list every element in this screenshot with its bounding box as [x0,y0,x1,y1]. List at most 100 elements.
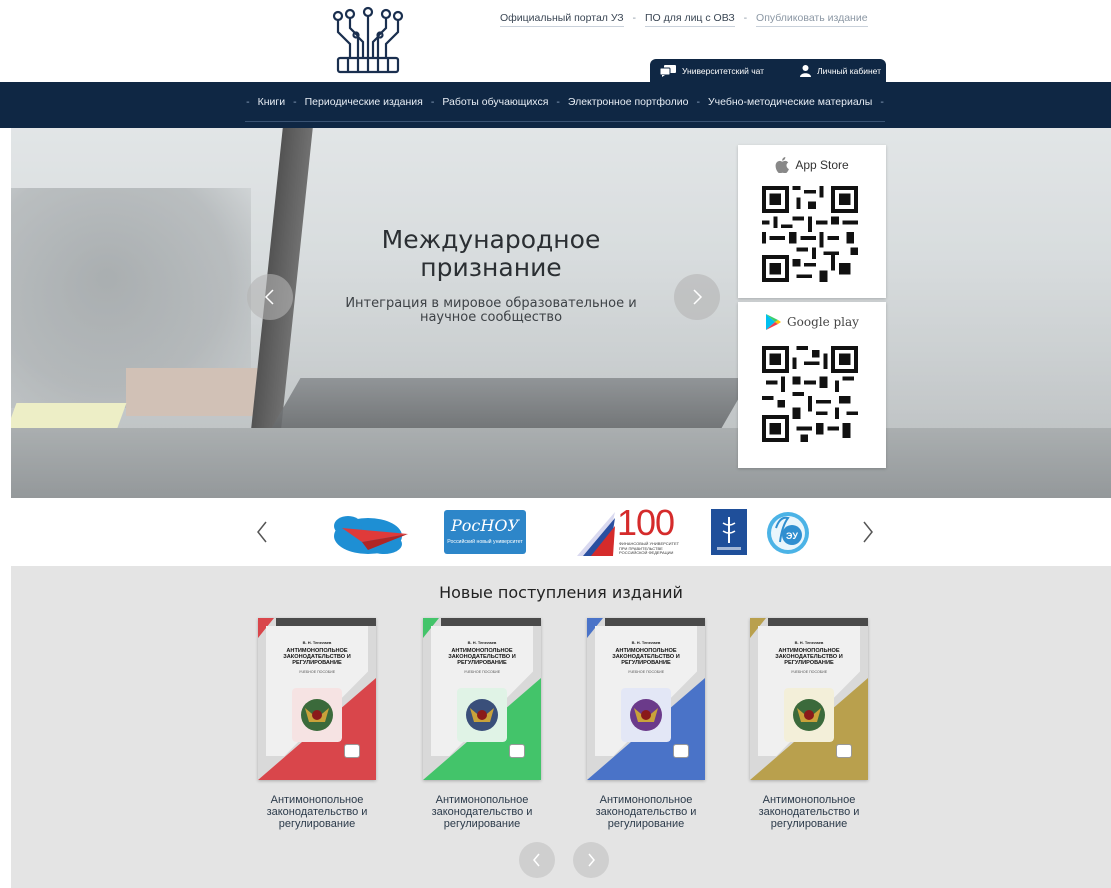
seu-logo-text: ЭУ [786,531,798,541]
chevron-right-icon [863,521,873,543]
hero-title: Международное признание [381,225,601,282]
section-title: Новые поступления изданий [439,583,683,602]
nav-dash: - [246,95,250,108]
google-play-qr-code[interactable] [762,346,858,442]
top-link-portal[interactable]: Официальный портал УЗ [500,12,624,27]
cover-strip [768,618,868,626]
google-play-icon [766,314,782,330]
arrivals-prev-button[interactable] [519,842,555,878]
finuniversity-caption: ФИНАНСОВЫЙ УНИВЕРСИТЕТ ПРИ ПРАВИТЕЛЬСТВЕ… [619,541,680,556]
store-name: Google play [787,315,859,329]
nav-dash: - [293,95,297,108]
seu-logo[interactable]: ЭУ [766,508,810,558]
book-title[interactable]: Антимонопольное законодательство и регул… [412,794,552,830]
cover-title: АНТИМОНОПОЛЬНОЕ ЗАКОНОДАТЕЛЬСТВО И РЕГУЛ… [283,648,351,666]
cover-title: АНТИМОНОПОЛЬНОЕ ЗАКОНОДАТЕЛЬСТВО И РЕГУЛ… [448,648,516,666]
partners-prev-button[interactable] [252,514,272,550]
store-name: App Store [795,158,849,172]
top-link-accessibility[interactable]: ПО для лиц с ОВЗ [644,12,735,27]
nav-item-teaching-materials[interactable]: Учебно-методические материалы [708,96,872,108]
hero-prev-button[interactable] [247,274,293,320]
nav-dash: - [880,95,884,108]
cover-author: В. Н. Тенелаев [794,640,824,645]
nav-item-portfolio[interactable]: Электронное портфолио [568,96,689,108]
account-tabs: Университетский чат Личный кабинет [650,59,886,83]
book-title[interactable]: Антимонопольное законодательство и регул… [576,794,716,830]
cover-title: АНТИМОНОПОЛЬНОЕ ЗАКОНОДАТЕЛЬСТВО И РЕГУЛ… [612,648,680,666]
hero-subtitle: Интеграция в мировое образовательное и н… [345,296,637,325]
cover-type: УЧЕБНОЕ ПОСОБИЕ [790,670,828,674]
cover-author: В. Н. Тенелаев [467,640,497,645]
nav-item-books[interactable]: Книги [258,96,285,108]
publisher-badge [673,744,689,758]
nav-dash: - [430,95,435,108]
tab-personal-account[interactable]: Личный кабинет [790,65,891,77]
google-play-card[interactable]: Google play [738,302,886,468]
cover-type: УЧЕБНОЕ ПОСОБИЕ [627,670,665,674]
rosnou-logo-text: РосНОУ [451,516,519,535]
book-card[interactable]: В. Н. Тенелаев АНТИМОНОПОЛЬНОЕ ЗАКОНОДАТ… [739,618,879,830]
book-cover[interactable]: В. Н. Тенелаев АНТИМОНОПОЛЬНОЕ ЗАКОНОДАТ… [750,618,868,780]
hero-slider: Международное признание Интеграция в мир… [11,128,1111,498]
top-link-publish[interactable]: Опубликовать издание [756,12,868,27]
nav-menu: - Книги - Периодические издания - Работы… [245,82,885,122]
publisher-badge [509,744,525,758]
caduceus-icon [717,517,741,550]
tab-university-chat[interactable]: Университетский чат [650,65,774,77]
top-links: Официальный портал УЗ - ПО для лиц с ОВЗ… [500,12,868,27]
chevron-right-icon [588,853,595,867]
cover-type: УЧЕБНОЕ ПОСОБИЕ [463,670,501,674]
book-card[interactable]: В. Н. Тенелаев АНТИМОНОПОЛЬНОЕ ЗАКОНОДАТ… [247,618,387,830]
cover-author: В. Н. Тенелаев [631,640,661,645]
publisher-badge [836,744,852,758]
site-header: Официальный портал УЗ - ПО для лиц с ОВЗ… [0,0,1111,83]
google-play-label: Google play [738,308,886,336]
app-store-card[interactable]: App Store [738,145,886,298]
partners-carousel: РосНОУ Российский новый университет 100 … [0,498,1111,566]
separator: - [632,12,637,24]
finuniversity-100-logo[interactable]: 100 ФИНАНСОВЫЙ УНИВЕРСИТЕТ ПРИ ПРАВИТЕЛЬ… [575,502,687,558]
book-title[interactable]: Антимонопольное законодательство и регул… [739,794,879,830]
finuniversity-100-text: 100 [617,502,675,543]
user-icon [800,65,812,77]
partners-next-button[interactable] [858,514,878,550]
nav-dash: - [696,95,700,108]
separator: - [743,12,748,24]
book-cover[interactable]: В. Н. Тенелаев АНТИМОНОПОЛЬНОЕ ЗАКОНОДАТ… [423,618,541,780]
cover-type: УЧЕБНОЕ ПОСОБИЕ [298,670,336,674]
eagle-emblem-icon [457,688,507,742]
chevron-left-icon [257,521,267,543]
rosnou-logo[interactable]: РосНОУ Российский новый университет [444,510,526,554]
medical-book-logo[interactable] [711,509,747,555]
chat-icon [660,65,676,77]
nav-item-periodicals[interactable]: Периодические издания [305,96,423,108]
new-arrivals-section: Новые поступления изданий В. Н. Тенелаев… [11,566,1111,888]
eagle-emblem-icon [784,688,834,742]
book-cover[interactable]: В. Н. Тенелаев АНТИМОНОПОЛЬНОЕ ЗАКОНОДАТ… [258,618,376,780]
cover-strip [441,618,541,626]
eagle-emblem-icon [621,688,671,742]
cover-author: В. Н. Тенелаев [302,640,332,645]
rosnou-logo-sub: Российский новый университет [447,539,523,545]
cover-strip [605,618,705,626]
nav-item-student-works[interactable]: Работы обучающихся [442,96,548,108]
paper-plane-logo[interactable] [328,508,410,558]
book-cover[interactable]: В. Н. Тенелаев АНТИМОНОПОЛЬНОЕ ЗАКОНОДАТ… [587,618,705,780]
eagle-emblem-icon [292,688,342,742]
main-nav: - Книги - Периодические издания - Работы… [0,82,1111,128]
circuit-logo-icon[interactable] [330,6,406,76]
app-store-qr-code[interactable] [762,186,858,282]
cover-title: АНТИМОНОПОЛЬНОЕ ЗАКОНОДАТЕЛЬСТВО И РЕГУЛ… [775,648,843,666]
nav-dash: - [556,95,560,108]
book-title[interactable]: Антимонопольное законодательство и регул… [247,794,387,830]
book-card[interactable]: В. Н. Тенелаев АНТИМОНОПОЛЬНОЕ ЗАКОНОДАТ… [576,618,716,830]
app-store-label: App Store [738,151,886,179]
chevron-left-icon [533,853,540,867]
chevron-right-icon [693,289,703,305]
book-card[interactable]: В. Н. Тенелаев АНТИМОНОПОЛЬНОЕ ЗАКОНОДАТ… [412,618,552,830]
hero-next-button[interactable] [674,274,720,320]
arrivals-next-button[interactable] [573,842,609,878]
cover-strip [276,618,376,626]
chevron-left-icon [264,289,274,305]
tab-label: Личный кабинет [817,66,882,76]
